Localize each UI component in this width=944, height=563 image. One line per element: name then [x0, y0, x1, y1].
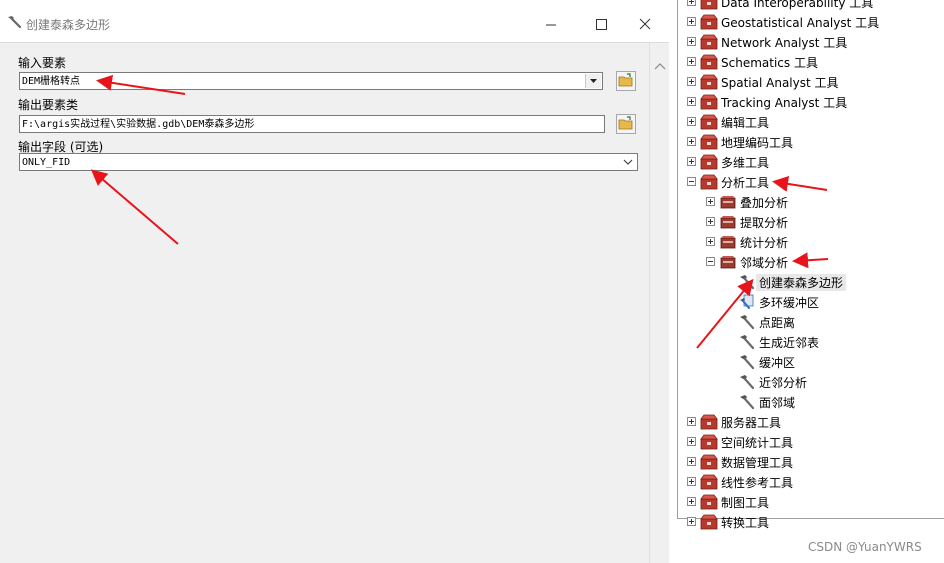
- tree-annotation-arrows: [696, 175, 829, 349]
- watermark: CSDN @YuanYWRS: [808, 540, 922, 554]
